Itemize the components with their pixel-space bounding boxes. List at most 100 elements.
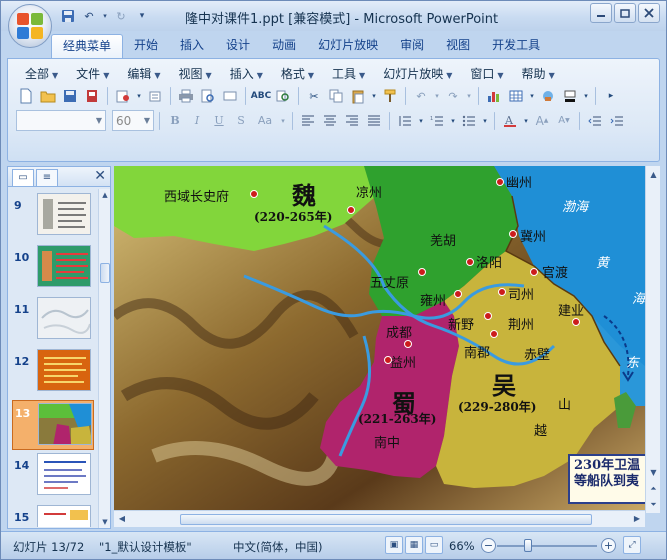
menu-slideshow[interactable]: 幻灯片放映 ▼: [374, 65, 461, 83]
copy-icon[interactable]: [326, 86, 346, 106]
bullets-icon[interactable]: [459, 111, 479, 131]
menu-file[interactable]: 文件 ▼: [67, 65, 118, 83]
scroll-thumb[interactable]: [100, 263, 110, 283]
slideshow-view-icon[interactable]: ▭: [425, 536, 443, 554]
align-left-icon[interactable]: [298, 111, 318, 131]
underline-icon[interactable]: U: [209, 111, 229, 131]
scroll-right-icon[interactable]: ▶: [631, 513, 643, 525]
align-center-icon[interactable]: [320, 111, 340, 131]
print-preview-icon[interactable]: [198, 86, 218, 106]
chevron-down-icon[interactable]: ▾: [433, 86, 441, 106]
tab-design[interactable]: 设计: [215, 34, 261, 58]
numbering-icon[interactable]: 1: [427, 111, 447, 131]
spelling-icon[interactable]: ABC: [251, 86, 271, 106]
slide-editing-area[interactable]: 魏 (220-265年) 蜀 (221-263年) 吴 (229-280年) 西…: [114, 166, 645, 510]
font-size-box[interactable]: 60 ▼: [112, 110, 154, 131]
justify-icon[interactable]: [364, 111, 384, 131]
outline-tab-icon[interactable]: ≡: [36, 169, 58, 186]
email-icon[interactable]: [113, 86, 133, 106]
tab-view[interactable]: 视图: [435, 34, 481, 58]
slide-thumbnail-selected[interactable]: 13: [12, 400, 94, 450]
chevron-down-icon[interactable]: ▾: [528, 86, 536, 106]
slide-thumbnail[interactable]: 9: [12, 193, 94, 241]
background-color-icon[interactable]: [560, 86, 580, 106]
close-pane-icon[interactable]: ✕: [94, 168, 106, 184]
normal-view-icon[interactable]: ▣: [385, 536, 403, 554]
line-spacing-icon[interactable]: [395, 111, 415, 131]
slide-horizontal-scrollbar[interactable]: ◀ ▶: [114, 510, 645, 527]
language-indicator[interactable]: 中文(简体，中国): [233, 539, 322, 555]
scroll-down-icon[interactable]: ▼: [648, 466, 659, 479]
format-painter-icon[interactable]: [380, 86, 400, 106]
tab-home[interactable]: 开始: [123, 34, 169, 58]
restore-icon[interactable]: [614, 3, 636, 23]
slide-vertical-scrollbar[interactable]: ▲ ▼ ⏶ ⏷: [645, 166, 660, 513]
slide-thumbnail[interactable]: 11: [12, 297, 94, 345]
redo-icon[interactable]: ↷: [443, 86, 463, 106]
slide-sorter-icon[interactable]: [220, 86, 240, 106]
research-icon[interactable]: [273, 86, 293, 106]
customize-toolbar-icon[interactable]: ▾: [133, 7, 151, 25]
insert-clipart-icon[interactable]: [538, 86, 558, 106]
thumbnail-scrollbar[interactable]: ▲ ▼: [98, 189, 110, 528]
slide-thumbnail[interactable]: 10: [12, 245, 94, 293]
open-folder-icon[interactable]: [38, 86, 58, 106]
save-icon[interactable]: [59, 7, 77, 25]
tab-classic-menu[interactable]: 经典菜单: [51, 34, 124, 58]
grow-font-icon[interactable]: A ▲: [532, 111, 552, 131]
align-right-icon[interactable]: [342, 111, 362, 131]
menu-insert[interactable]: 插入 ▼: [221, 65, 272, 83]
insert-chart-icon[interactable]: [484, 86, 504, 106]
font-name-box[interactable]: ▼: [16, 110, 106, 131]
zoom-out-icon[interactable]: −: [481, 538, 496, 553]
paste-icon[interactable]: [348, 86, 368, 106]
new-file-icon[interactable]: [16, 86, 36, 106]
zoom-in-icon[interactable]: +: [601, 538, 616, 553]
menu-all[interactable]: 全部 ▼: [16, 65, 67, 83]
chevron-down-icon[interactable]: ▾: [481, 111, 489, 131]
previous-slide-icon[interactable]: ⏶: [648, 482, 659, 495]
scroll-left-icon[interactable]: ◀: [116, 513, 128, 525]
redo-icon[interactable]: ↻: [112, 7, 130, 25]
cut-icon[interactable]: ✂: [304, 86, 324, 106]
chevron-down-icon[interactable]: ▾: [370, 86, 378, 106]
menu-format[interactable]: 格式 ▼: [272, 65, 323, 83]
chevron-down-icon[interactable]: ▾: [522, 111, 530, 131]
tab-animations[interactable]: 动画: [261, 34, 307, 58]
chevron-down-icon[interactable]: ▾: [279, 111, 287, 131]
slide-thumbnail[interactable]: 14: [12, 453, 94, 501]
tab-slideshow[interactable]: 幻灯片放映: [307, 34, 389, 58]
tab-developer[interactable]: 开发工具: [481, 34, 551, 58]
permission-icon[interactable]: [82, 86, 102, 106]
increase-indent-icon[interactable]: [607, 111, 627, 131]
chevron-down-icon[interactable]: ▾: [449, 111, 457, 131]
print-icon[interactable]: [176, 86, 196, 106]
attach-icon[interactable]: [145, 86, 165, 106]
menu-help[interactable]: 帮助 ▼: [513, 65, 564, 83]
zoom-slider[interactable]: [497, 545, 597, 547]
menu-edit[interactable]: 编辑 ▼: [118, 65, 169, 83]
tab-insert[interactable]: 插入: [169, 34, 215, 58]
slides-tab-icon[interactable]: ▭: [12, 169, 34, 186]
chevron-down-icon[interactable]: ▾: [417, 111, 425, 131]
close-icon[interactable]: [638, 3, 660, 23]
menu-tools[interactable]: 工具 ▼: [323, 65, 374, 83]
shadow-icon[interactable]: S: [231, 111, 251, 131]
change-case-icon[interactable]: Aa: [253, 111, 277, 131]
font-color-icon[interactable]: A: [500, 111, 520, 131]
undo-icon[interactable]: ↶: [80, 7, 98, 25]
tab-review[interactable]: 审阅: [389, 34, 435, 58]
menu-view[interactable]: 视图 ▼: [170, 65, 221, 83]
menu-window[interactable]: 窗口 ▼: [461, 65, 512, 83]
chevron-down-icon[interactable]: ▾: [582, 86, 590, 106]
save-icon[interactable]: [60, 86, 80, 106]
zoom-level[interactable]: 66%: [449, 539, 475, 553]
insert-table-icon[interactable]: [506, 86, 526, 106]
shrink-font-icon[interactable]: A ▼: [554, 111, 574, 131]
undo-dropdown-icon[interactable]: ▾: [101, 7, 109, 25]
next-slide-icon[interactable]: ⏷: [648, 498, 659, 511]
toolbar-overflow-icon[interactable]: ▸: [601, 86, 621, 106]
fit-to-window-icon[interactable]: ⤢: [623, 536, 641, 554]
slide-sorter-view-icon[interactable]: ▦: [405, 536, 423, 554]
undo-icon[interactable]: ↶: [411, 86, 431, 106]
